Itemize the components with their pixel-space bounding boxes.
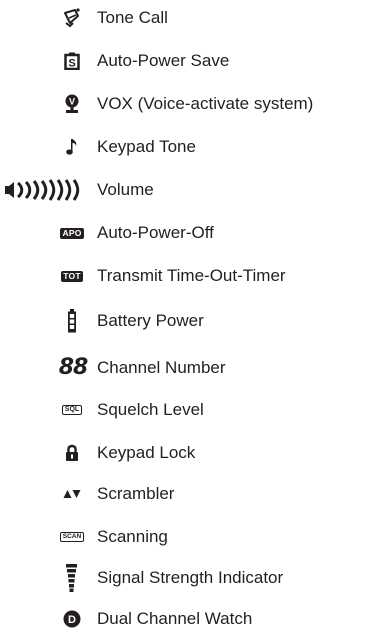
legend-row-scanning: SCAN Scanning	[0, 522, 369, 552]
seven-segment-icon: 88	[58, 355, 89, 380]
scan-badge-icon: SCAN	[56, 522, 88, 552]
svg-text:D: D	[68, 614, 76, 626]
legend-row-auto-power-off: APO Auto-Power-Off	[0, 218, 369, 248]
sql-badge-icon: SQL	[58, 395, 86, 425]
battery-icon	[64, 306, 80, 336]
legend-row-squelch-level: SQL Squelch Level	[0, 395, 369, 425]
legend-label: Scanning	[97, 527, 168, 546]
legend-row-keypad-lock: Keypad Lock	[0, 438, 369, 468]
legend-label: Scrambler	[97, 484, 175, 503]
legend-label: Keypad Tone	[97, 137, 196, 156]
legend-label: Squelch Level	[97, 400, 204, 419]
legend-label: Keypad Lock	[97, 443, 196, 462]
legend-label: Auto-Power Save	[97, 51, 230, 70]
svg-text:V: V	[69, 97, 75, 107]
legend-row-transmit-time-out-timer: TOT Transmit Time-Out-Timer	[0, 261, 369, 291]
legend-row-vox: V VOX (Voice-activate system)	[0, 89, 369, 119]
signal-strength-icon	[62, 563, 82, 593]
legend-label: Tone Call	[97, 8, 168, 27]
legend-row-tone-call: Tone Call	[0, 3, 369, 33]
legend-row-battery-power: Battery Power	[0, 306, 369, 336]
vox-microphone-icon: V	[62, 89, 82, 119]
padlock-icon	[62, 438, 82, 468]
tot-badge-icon: TOT	[61, 270, 83, 282]
legend-label: Dual Channel Watch	[97, 609, 253, 628]
legend-row-keypad-tone: Keypad Tone	[0, 132, 369, 162]
legend-label: Transmit Time-Out-Timer	[97, 266, 286, 285]
legend-row-channel-number: 88 Channel Number	[0, 353, 369, 383]
legend-row-volume: Volume	[0, 175, 369, 205]
apo-badge-icon: APO	[60, 227, 84, 239]
scrambler-arrows-icon	[60, 479, 84, 509]
legend-row-dual-channel-watch: D Dual Channel Watch	[0, 604, 369, 634]
legend-row-scrambler: Scrambler	[0, 479, 369, 509]
power-save-icon: S	[62, 46, 82, 76]
legend-row-auto-power-save: S Auto-Power Save	[0, 46, 369, 76]
legend-row-signal-strength: Signal Strength Indicator	[0, 563, 369, 593]
volume-bars-icon	[4, 175, 88, 205]
music-note-icon	[63, 132, 81, 162]
legend-label: Volume	[97, 180, 154, 199]
legend-label: VOX (Voice-activate system)	[97, 94, 314, 113]
dual-watch-icon: D	[62, 604, 82, 634]
legend-label: Auto-Power-Off	[97, 223, 214, 242]
svg-text:S: S	[68, 58, 75, 70]
legend-label: Signal Strength Indicator	[97, 568, 284, 587]
legend-label: Channel Number	[97, 358, 226, 377]
legend-label: Battery Power	[97, 311, 204, 330]
bell-icon	[60, 3, 84, 33]
